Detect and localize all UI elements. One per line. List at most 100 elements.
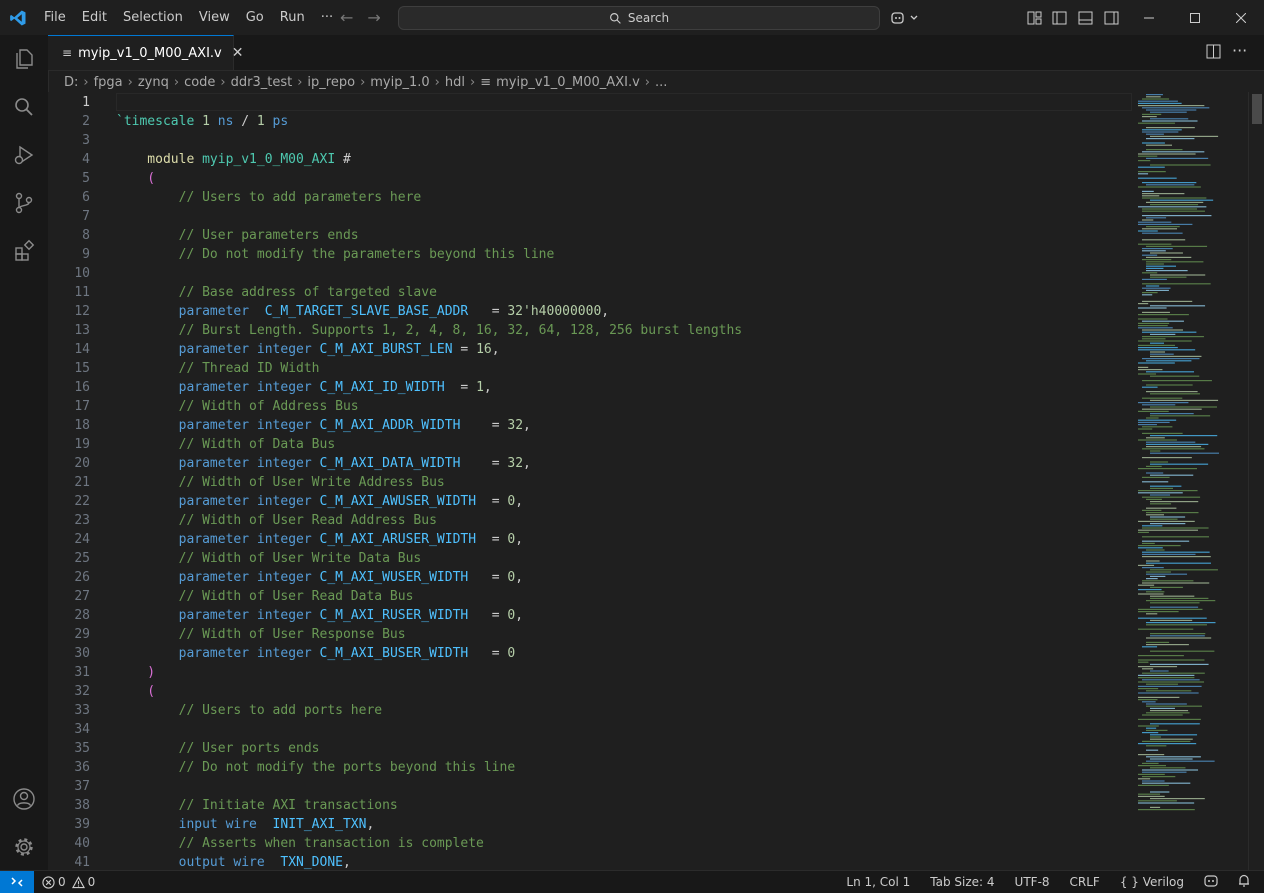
- explorer-icon[interactable]: [0, 35, 48, 83]
- breadcrumb-item[interactable]: myip_1.0: [370, 75, 429, 90]
- notifications-bell-icon[interactable]: [1228, 874, 1264, 890]
- menu-selection[interactable]: Selection: [115, 0, 191, 35]
- code-token: =: [460, 418, 508, 433]
- minimap[interactable]: [1132, 92, 1248, 870]
- breadcrumb-item[interactable]: hdl: [445, 75, 465, 90]
- code-line[interactable]: 34: [48, 720, 1132, 739]
- search-view-icon[interactable]: [0, 83, 48, 131]
- tab-myip-v1-0-m00-axi[interactable]: ≡ myip_v1_0_M00_AXI.v ✕: [48, 35, 243, 70]
- settings-gear-icon[interactable]: [0, 823, 48, 871]
- toggle-secondary-sidebar-icon[interactable]: [1098, 11, 1124, 25]
- breadcrumb-item[interactable]: ip_repo: [307, 75, 355, 90]
- code-token: (: [116, 684, 156, 699]
- code-line[interactable]: 19 // Width of Data Bus: [48, 435, 1132, 454]
- breadcrumb-item[interactable]: fpga: [94, 75, 123, 90]
- code-editor[interactable]: 1 2 `timescale 1 ns / 1 ps 3 4 module myip_v…: [48, 92, 1132, 870]
- code-line[interactable]: 29 // Width of User Response Bus: [48, 625, 1132, 644]
- code-line[interactable]: 20 parameter integer C_M_AXI_DATA_WIDTH …: [48, 454, 1132, 473]
- breadcrumb-item[interactable]: ddr3_test: [231, 75, 293, 90]
- menu-file[interactable]: File: [36, 0, 74, 35]
- code-text: // Base address of targeted slave: [116, 283, 437, 302]
- code-line[interactable]: 2 `timescale 1 ns / 1 ps: [48, 112, 1132, 131]
- source-control-icon[interactable]: [0, 179, 48, 227]
- code-line[interactable]: 21 // Width of User Write Address Bus: [48, 473, 1132, 492]
- code-line[interactable]: 16 parameter integer C_M_AXI_ID_WIDTH = …: [48, 378, 1132, 397]
- more-actions-icon[interactable]: ···: [1232, 41, 1247, 60]
- code-line[interactable]: 1: [48, 93, 1132, 112]
- code-line[interactable]: 7: [48, 207, 1132, 226]
- code-line[interactable]: 28 parameter integer C_M_AXI_RUSER_WIDTH…: [48, 606, 1132, 625]
- code-text: parameter integer C_M_AXI_ARUSER_WIDTH =…: [116, 530, 523, 549]
- accounts-icon[interactable]: [0, 775, 48, 823]
- code-line[interactable]: 27 // Width of User Read Data Bus: [48, 587, 1132, 606]
- close-window-button[interactable]: [1218, 0, 1264, 35]
- menu-edit[interactable]: Edit: [74, 0, 115, 35]
- breadcrumb-item[interactable]: D:: [64, 75, 78, 90]
- tab-size[interactable]: Tab Size: 4: [920, 875, 1004, 889]
- copilot-button[interactable]: [890, 0, 920, 35]
- problems-indicator[interactable]: 0 0: [42, 875, 95, 889]
- code-token: // Initiate AXI transactions: [116, 798, 398, 813]
- code-line[interactable]: 25 // Width of User Write Data Bus: [48, 549, 1132, 568]
- breadcrumb-item[interactable]: code: [184, 75, 215, 90]
- code-line[interactable]: 13 // Burst Length. Supports 1, 2, 4, 8,…: [48, 321, 1132, 340]
- warning-icon: [71, 875, 85, 888]
- vertical-scrollbar[interactable]: [1248, 92, 1264, 870]
- code-line[interactable]: 36 // Do not modify the ports beyond thi…: [48, 758, 1132, 777]
- code-line[interactable]: 33 // Users to add ports here: [48, 701, 1132, 720]
- code-line[interactable]: 10: [48, 264, 1132, 283]
- file-encoding[interactable]: UTF-8: [1005, 875, 1060, 889]
- copilot-status-icon[interactable]: [1194, 874, 1228, 890]
- toggle-primary-sidebar-icon[interactable]: [1046, 11, 1072, 25]
- code-line[interactable]: 24 parameter integer C_M_AXI_ARUSER_WIDT…: [48, 530, 1132, 549]
- code-line[interactable]: 18 parameter integer C_M_AXI_ADDR_WIDTH …: [48, 416, 1132, 435]
- code-line[interactable]: 12 parameter C_M_TARGET_SLAVE_BASE_ADDR …: [48, 302, 1132, 321]
- code-line[interactable]: 35 // User ports ends: [48, 739, 1132, 758]
- forward-arrow-icon[interactable]: →: [367, 8, 380, 27]
- code-line[interactable]: 31 ): [48, 663, 1132, 682]
- code-line[interactable]: 37: [48, 777, 1132, 796]
- maximize-button[interactable]: [1172, 0, 1218, 35]
- scrollbar-thumb[interactable]: [1252, 94, 1262, 124]
- extensions-icon[interactable]: [0, 227, 48, 275]
- code-line[interactable]: 15 // Thread ID Width: [48, 359, 1132, 378]
- code-line[interactable]: 3: [48, 131, 1132, 150]
- breadcrumb-item[interactable]: zynq: [138, 75, 169, 90]
- end-of-line[interactable]: CRLF: [1060, 875, 1110, 889]
- remote-indicator-button[interactable]: [0, 871, 34, 893]
- code-line[interactable]: 39 input wire INIT_AXI_TXN,: [48, 815, 1132, 834]
- customize-layout-icon[interactable]: [1022, 11, 1046, 25]
- code-line[interactable]: 8 // User parameters ends: [48, 226, 1132, 245]
- code-line[interactable]: 17 // Width of Address Bus: [48, 397, 1132, 416]
- split-editor-icon[interactable]: [1206, 44, 1221, 63]
- tab-close-icon[interactable]: ✕: [232, 45, 244, 61]
- code-line[interactable]: 38 // Initiate AXI transactions: [48, 796, 1132, 815]
- menu-run[interactable]: Run: [272, 0, 313, 35]
- menu-more[interactable]: ···: [313, 0, 341, 35]
- command-center-search[interactable]: Search: [398, 6, 880, 30]
- code-line[interactable]: 6 // Users to add parameters here: [48, 188, 1132, 207]
- code-line[interactable]: 26 parameter integer C_M_AXI_WUSER_WIDTH…: [48, 568, 1132, 587]
- code-line[interactable]: 4 module myip_v1_0_M00_AXI #: [48, 150, 1132, 169]
- run-debug-icon[interactable]: [0, 131, 48, 179]
- toggle-panel-icon[interactable]: [1072, 11, 1098, 25]
- code-line[interactable]: 41 output wire TXN_DONE,: [48, 853, 1132, 870]
- code-line[interactable]: 11 // Base address of targeted slave: [48, 283, 1132, 302]
- code-line[interactable]: 30 parameter integer C_M_AXI_BUSER_WIDTH…: [48, 644, 1132, 663]
- minimize-button[interactable]: [1126, 0, 1172, 35]
- code-line[interactable]: 40 // Asserts when transaction is comple…: [48, 834, 1132, 853]
- back-arrow-icon[interactable]: ←: [340, 8, 353, 27]
- code-line[interactable]: 22 parameter integer C_M_AXI_AWUSER_WIDT…: [48, 492, 1132, 511]
- code-token: input: [116, 817, 226, 832]
- code-line[interactable]: 32 (: [48, 682, 1132, 701]
- menu-view[interactable]: View: [191, 0, 238, 35]
- language-mode[interactable]: { } Verilog: [1110, 875, 1194, 889]
- breadcrumb-item[interactable]: ...: [655, 75, 667, 90]
- breadcrumb-item[interactable]: myip_v1_0_M00_AXI.v: [496, 75, 640, 90]
- code-line[interactable]: 9 // Do not modify the parameters beyond…: [48, 245, 1132, 264]
- code-line[interactable]: 5 (: [48, 169, 1132, 188]
- code-line[interactable]: 14 parameter integer C_M_AXI_BURST_LEN =…: [48, 340, 1132, 359]
- menu-go[interactable]: Go: [238, 0, 272, 35]
- cursor-position[interactable]: Ln 1, Col 1: [836, 875, 920, 889]
- code-line[interactable]: 23 // Width of User Read Address Bus: [48, 511, 1132, 530]
